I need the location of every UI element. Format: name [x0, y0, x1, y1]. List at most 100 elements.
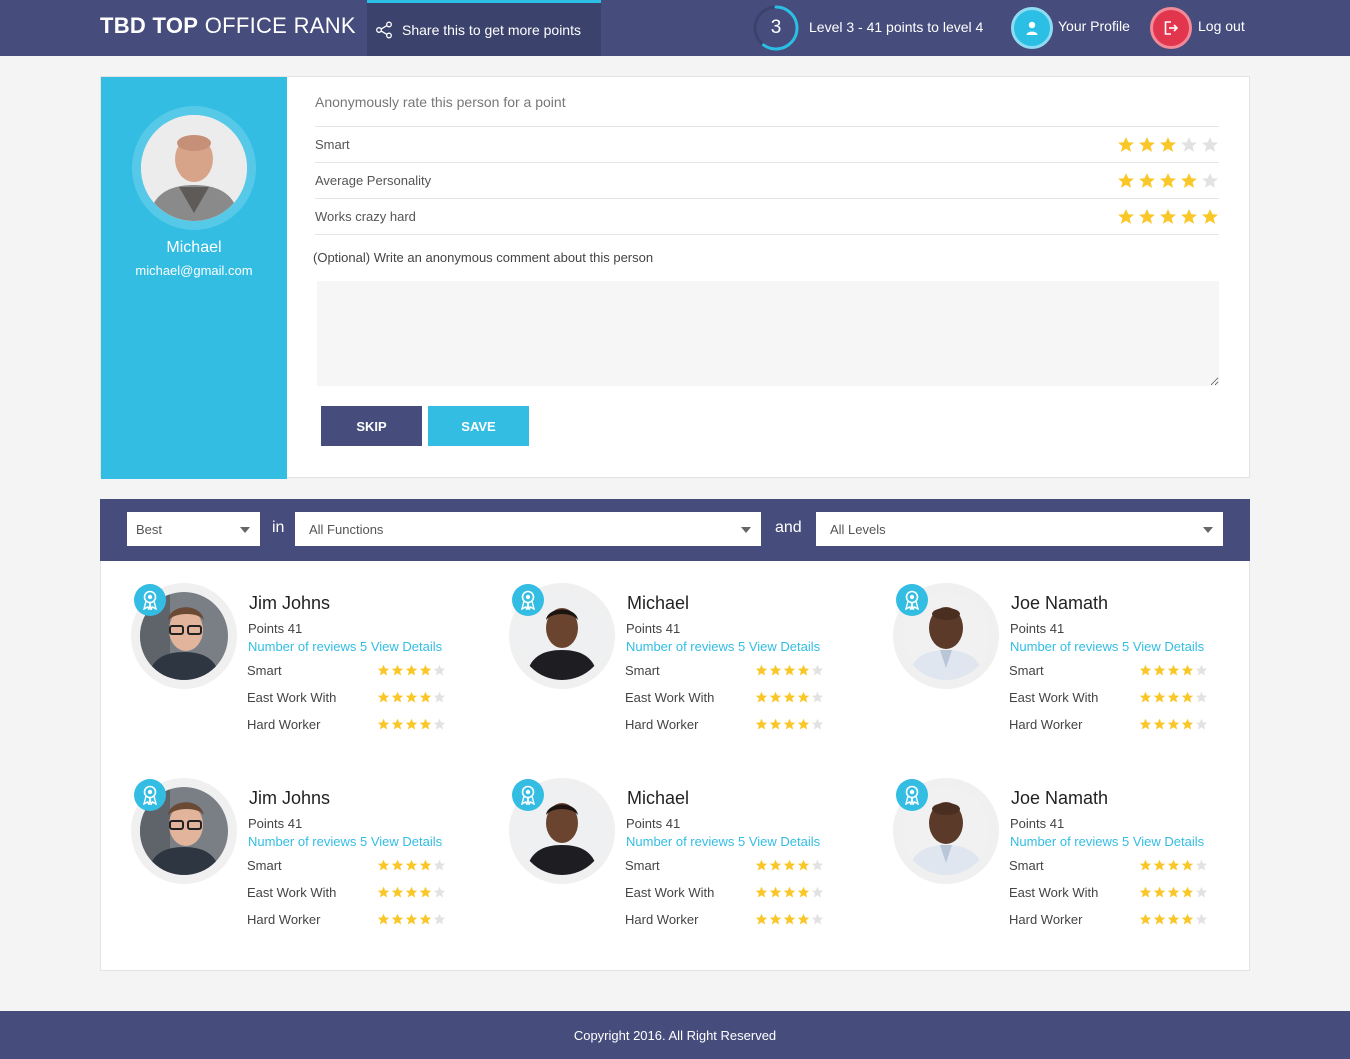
rating-star[interactable] — [1138, 136, 1156, 154]
star-filled-icon — [391, 691, 404, 703]
card-rating-row: East Work With — [247, 690, 446, 705]
rated-person-email: michael@gmail.com — [135, 263, 253, 278]
star-filled-icon — [1160, 208, 1176, 224]
card-star-rating — [377, 718, 446, 731]
rating-star[interactable] — [1201, 172, 1219, 190]
star-filled-icon — [419, 664, 432, 676]
view-details-link[interactable]: Number of reviews 5 View Details — [1010, 639, 1204, 654]
card-criterion-label: East Work With — [247, 885, 337, 900]
card-person-name[interactable]: Michael — [627, 788, 689, 809]
star-empty-icon — [811, 664, 824, 676]
star-filled-icon — [769, 718, 782, 730]
star-rating-input[interactable] — [1117, 208, 1219, 226]
level-select-value: All Levels — [830, 521, 886, 537]
rating-star[interactable] — [1180, 172, 1198, 190]
rating-star[interactable] — [1159, 172, 1177, 190]
star-filled-icon — [377, 913, 390, 925]
logout-link[interactable]: Log out — [1198, 18, 1245, 34]
star-empty-icon — [1202, 172, 1218, 188]
brand-light-text: OFFICE RANK — [204, 13, 356, 38]
share-button[interactable]: Share this to get more points — [367, 0, 601, 56]
logout-button-icon[interactable] — [1150, 7, 1192, 49]
card-person-name[interactable]: Joe Namath — [1011, 593, 1108, 614]
star-rating-input[interactable] — [1117, 136, 1219, 154]
star-filled-icon — [419, 913, 432, 925]
star-filled-icon — [1139, 859, 1152, 871]
in-label: in — [272, 519, 285, 536]
card-star-rating — [755, 664, 824, 677]
leaderboard-grid: Jim Johns Points 41 Number of reviews 5 Vi… — [100, 561, 1250, 971]
card-person-name[interactable]: Jim Johns — [249, 593, 330, 614]
leaderboard-card[interactable]: Joe Namath Points 41 Number of reviews 5 V… — [893, 778, 1233, 948]
card-star-rating — [755, 859, 824, 872]
card-rating-row: Smart — [247, 858, 446, 873]
card-criterion-label: Hard Worker — [625, 717, 699, 732]
view-details-link[interactable]: Number of reviews 5 View Details — [1010, 834, 1204, 849]
star-filled-icon — [769, 691, 782, 703]
comment-textarea[interactable] — [317, 281, 1219, 386]
award-ribbon-icon — [512, 584, 544, 616]
rating-star[interactable] — [1159, 208, 1177, 226]
sort-select-value: Best — [136, 521, 163, 537]
award-ribbon-icon — [896, 584, 928, 616]
leaderboard-card[interactable]: Michael Points 41 Number of reviews 5 View… — [509, 583, 849, 753]
card-star-rating — [377, 691, 446, 704]
card-rating-row: East Work With — [1009, 885, 1208, 900]
star-filled-icon — [377, 718, 390, 730]
star-filled-icon — [1160, 172, 1176, 188]
skip-button[interactable]: SKIP — [321, 406, 422, 446]
star-filled-icon — [1139, 886, 1152, 898]
view-details-link[interactable]: Number of reviews 5 View Details — [248, 834, 442, 849]
card-points: Points 41 — [1010, 816, 1065, 831]
star-filled-icon — [797, 859, 810, 871]
star-filled-icon — [1181, 886, 1194, 898]
star-empty-icon — [433, 886, 446, 898]
save-button[interactable]: SAVE — [428, 406, 529, 446]
star-filled-icon — [797, 691, 810, 703]
leaderboard-card[interactable]: Joe Namath Points 41 Number of reviews 5 V… — [893, 583, 1233, 753]
rating-star[interactable] — [1201, 208, 1219, 226]
footer: Copyright 2016. All Right Reserved — [0, 1011, 1350, 1059]
leaderboard-card[interactable]: Michael Points 41 Number of reviews 5 View… — [509, 778, 849, 948]
view-details-link[interactable]: Number of reviews 5 View Details — [248, 639, 442, 654]
rating-row: Works crazy hard — [315, 198, 1219, 234]
leaderboard-card[interactable]: Jim Johns Points 41 Number of reviews 5 Vi… — [131, 778, 471, 948]
level-select[interactable]: All Levels — [816, 512, 1223, 546]
card-star-rating — [1139, 886, 1208, 899]
star-rating-input[interactable] — [1117, 172, 1219, 190]
rating-star[interactable] — [1159, 136, 1177, 154]
rating-star[interactable] — [1138, 208, 1156, 226]
card-person-name[interactable]: Jim Johns — [249, 788, 330, 809]
rating-star[interactable] — [1180, 208, 1198, 226]
star-filled-icon — [405, 886, 418, 898]
rating-star[interactable] — [1201, 136, 1219, 154]
award-ribbon-icon — [134, 584, 166, 616]
card-points: Points 41 — [626, 621, 681, 636]
view-details-link[interactable]: Number of reviews 5 View Details — [626, 639, 820, 654]
rating-star[interactable] — [1138, 172, 1156, 190]
leaderboard-filter-bar: Best in All Functions and All Levels — [100, 499, 1250, 561]
view-details-link[interactable]: Number of reviews 5 View Details — [626, 834, 820, 849]
card-star-rating — [377, 913, 446, 926]
star-filled-icon — [391, 913, 404, 925]
brand-logo[interactable]: TBD TOP OFFICE RANK — [100, 13, 356, 39]
leaderboard-card[interactable]: Jim Johns Points 41 Number of reviews 5 Vi… — [131, 583, 471, 753]
card-person-name[interactable]: Michael — [627, 593, 689, 614]
your-profile-link[interactable]: Your Profile — [1058, 18, 1130, 34]
rating-star[interactable] — [1117, 172, 1135, 190]
rating-star[interactable] — [1117, 208, 1135, 226]
card-criterion-label: Smart — [625, 858, 660, 873]
star-filled-icon — [797, 886, 810, 898]
rating-star[interactable] — [1117, 136, 1135, 154]
sort-select[interactable]: Best — [127, 512, 260, 546]
card-person-name[interactable]: Joe Namath — [1011, 788, 1108, 809]
profile-user-icon[interactable] — [1011, 7, 1053, 49]
function-select[interactable]: All Functions — [295, 512, 761, 546]
card-star-rating — [377, 886, 446, 899]
rated-person-name: Michael — [166, 239, 222, 256]
star-filled-icon — [1181, 718, 1194, 730]
star-empty-icon — [1195, 664, 1208, 676]
card-star-rating — [1139, 718, 1208, 731]
rating-star[interactable] — [1180, 136, 1198, 154]
card-points: Points 41 — [248, 816, 303, 831]
